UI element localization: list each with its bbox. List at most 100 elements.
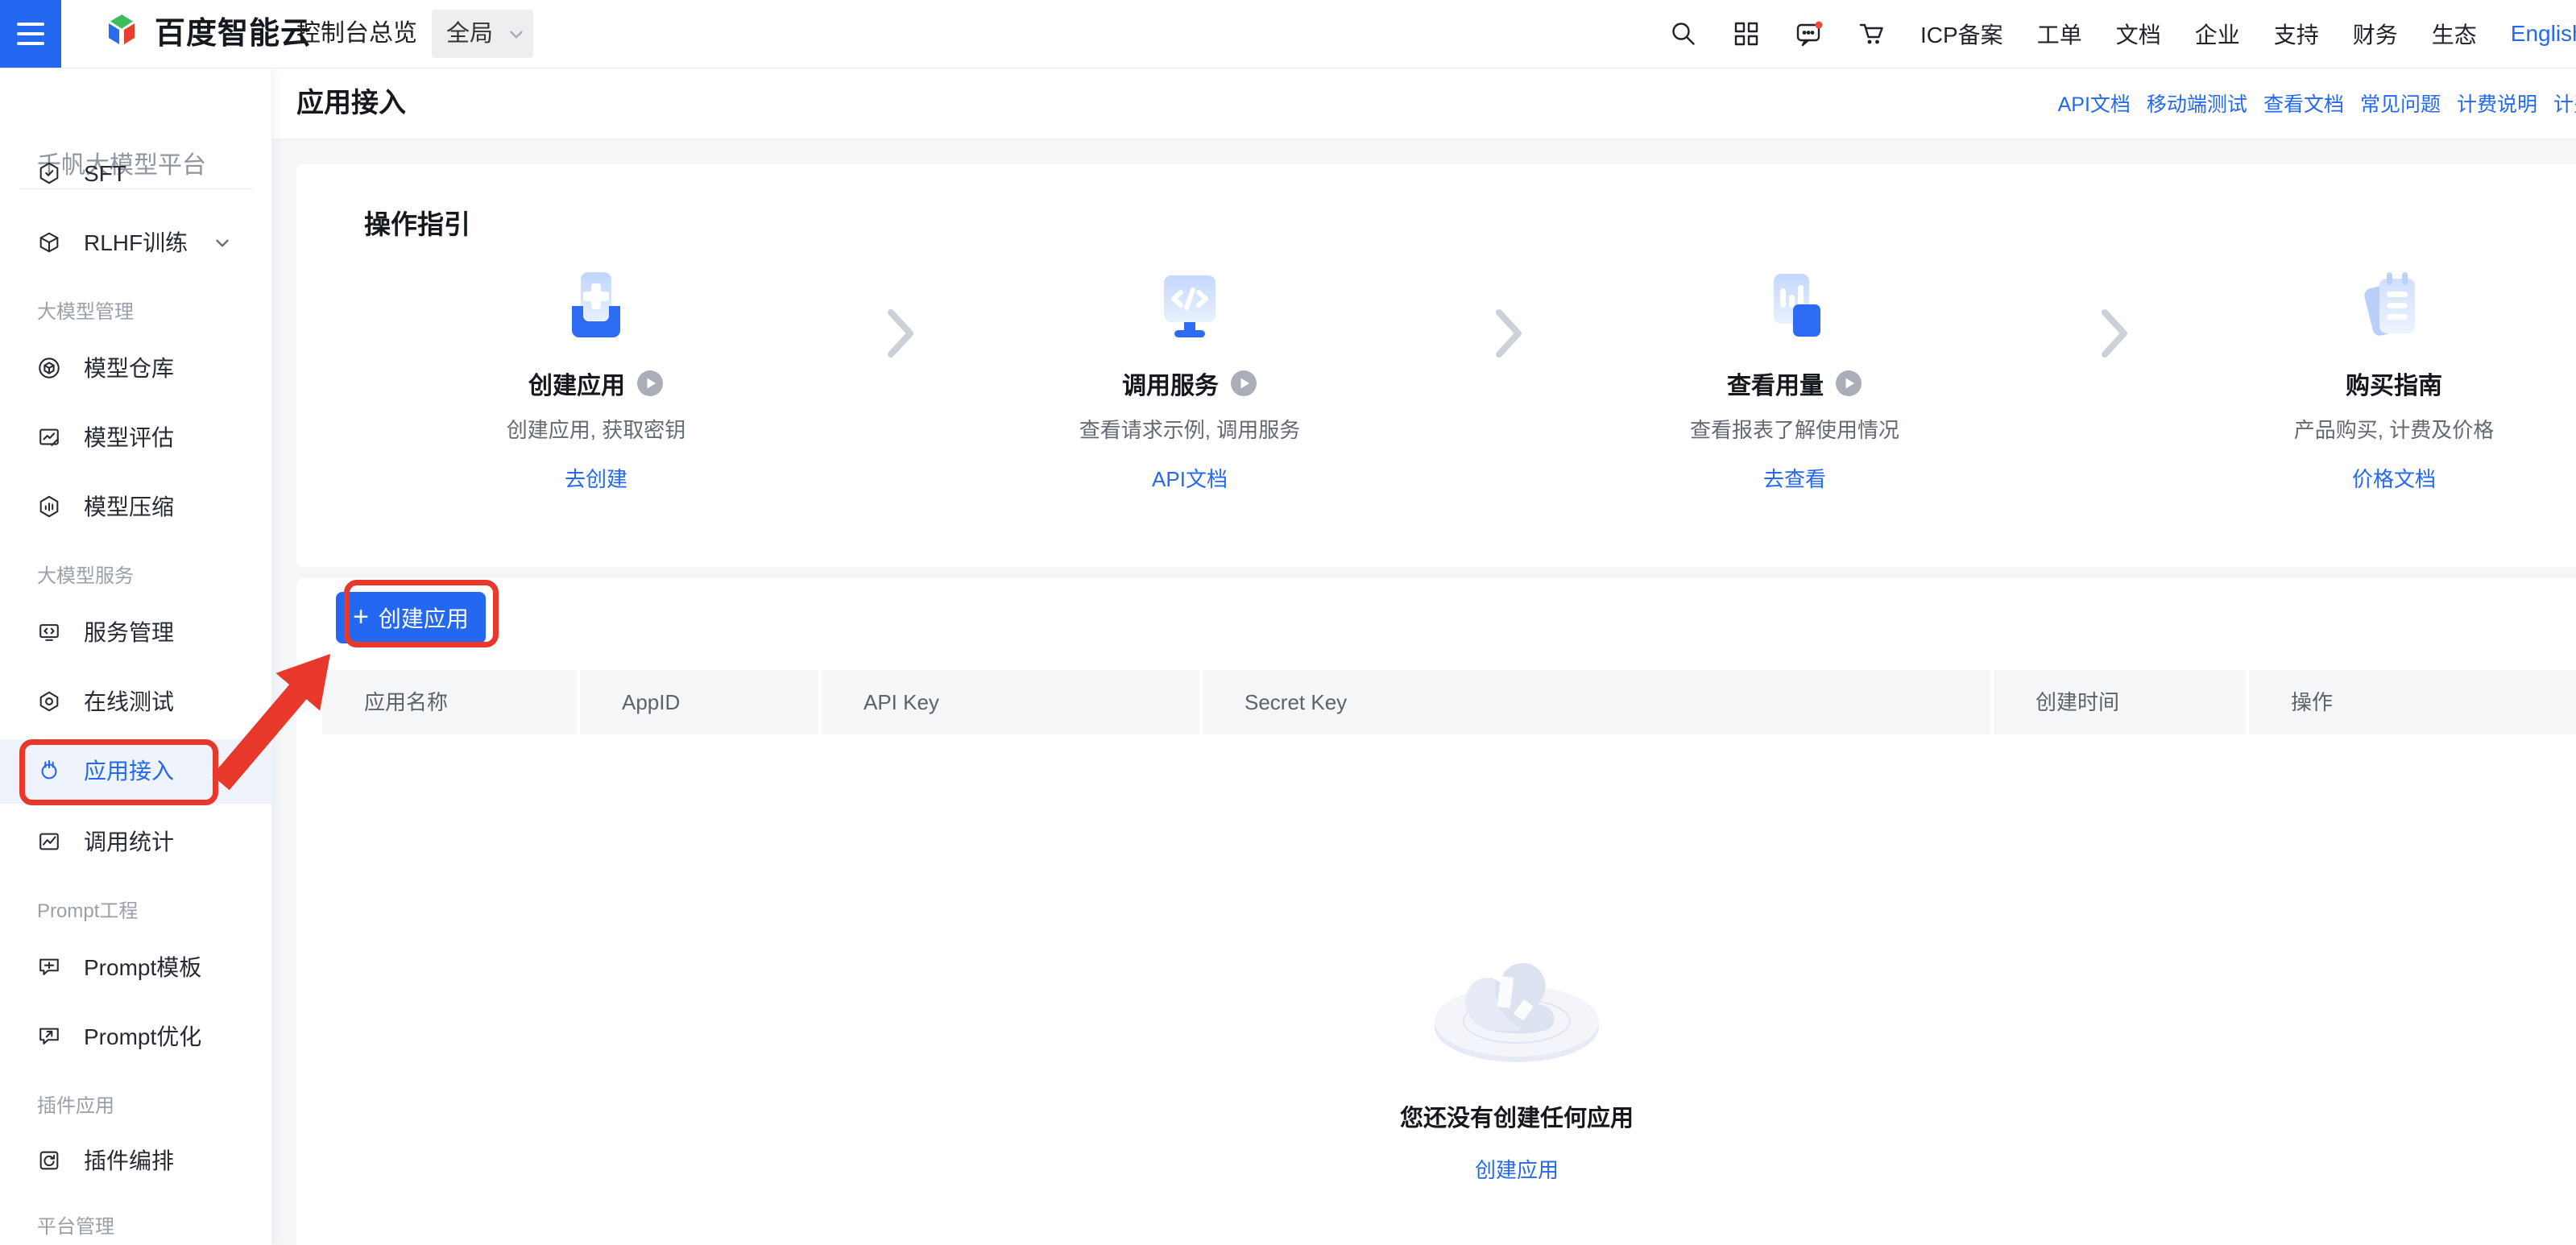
call-service-icon <box>1148 266 1232 350</box>
guide-step-title-row: 购买指南 <box>2217 367 2571 399</box>
sidebar-section-label: 平台管理 <box>37 1203 246 1245</box>
sidebar-item-服务管理[interactable]: 服务管理 <box>0 601 271 665</box>
sidebar-item-SFT[interactable]: SFT <box>0 142 271 206</box>
empty-create-app-link[interactable]: 创建应用 <box>1475 1154 1559 1184</box>
sidebar-item-label: SFT <box>84 142 126 206</box>
sidebar-item-应用接入[interactable]: 应用接入 <box>0 739 271 804</box>
guide-step-link[interactable]: 价格文档 <box>2352 463 2436 493</box>
sidebar-item-Prompt模板[interactable]: Prompt模板 <box>0 936 271 1000</box>
sidebar-item-label: 模型压缩 <box>84 475 174 540</box>
sidebar-item-调用统计[interactable]: 调用统计 <box>0 810 271 875</box>
sidebar-item-label: RLHF训练 <box>84 211 188 275</box>
service-mgmt-icon <box>37 620 63 646</box>
column-header-1: AppID <box>580 670 818 734</box>
cart-icon[interactable] <box>1857 19 1886 48</box>
step-separator-chevron-icon <box>1493 306 1525 365</box>
messages-icon[interactable] <box>1795 19 1824 48</box>
guide-step: 购买指南产品购买, 计费及价格价格文档 <box>2217 164 2571 493</box>
empty-cloud-illustration <box>1404 930 1630 1071</box>
topnav-right-group: ICP备案 工单 文档 企业 支持 财务 生态 English <box>1669 0 2576 68</box>
column-header-4: 创建时间 <box>1994 670 2246 734</box>
empty-state-message: 您还没有创建任何应用 <box>1356 1099 1678 1133</box>
sidebar-section-text: Prompt工程 <box>37 900 138 922</box>
guide-step-title: 创建应用 <box>528 366 625 401</box>
cube-icon <box>37 230 63 256</box>
guide-step-title-row: 查看用量 <box>1617 367 1972 399</box>
sidebar-item-RLHF训练[interactable]: RLHF训练 <box>0 211 271 275</box>
sidebar-section-text: 大模型服务 <box>37 565 134 587</box>
sidebar-item-模型压缩[interactable]: 模型压缩 <box>0 475 271 540</box>
play-video-icon[interactable] <box>636 370 664 397</box>
step-separator-chevron-icon <box>2098 306 2131 365</box>
model-compress-icon <box>37 494 63 520</box>
column-header-2: API Key <box>822 670 1199 734</box>
stats-icon <box>37 829 63 855</box>
top-navbar: 百度智能云 控制台总览 全局 ICP备案 工单 文档 企业 支持 财务 生态 English <box>0 0 2576 68</box>
online-test-icon <box>37 689 63 715</box>
sidebar-item-模型仓库[interactable]: 模型仓库 <box>0 337 271 401</box>
search-icon[interactable] <box>1669 19 1698 48</box>
model-eval-icon <box>37 425 63 451</box>
play-video-icon[interactable] <box>1835 370 1862 397</box>
region-selector[interactable]: 全局 <box>432 10 533 58</box>
sidebar-section-label: 大模型管理 <box>37 288 246 337</box>
guide-step-description: 创建应用, 获取密钥 <box>419 414 773 444</box>
sidebar-item-label: 模型仓库 <box>84 337 174 401</box>
sidebar-section-label: 大模型服务 <box>37 552 246 601</box>
plus-icon: + <box>353 603 369 631</box>
topnav-link[interactable]: 文档 <box>2116 18 2161 50</box>
empty-state: 您还没有创建任何应用 创建应用 <box>1356 930 1678 1184</box>
baidu-cloud-logo-icon[interactable] <box>100 12 143 56</box>
page-header-link[interactable]: 常见问题 <box>2360 89 2441 118</box>
page-header-link[interactable]: 计费管理 <box>2553 89 2576 118</box>
guide-step-description: 查看报表了解使用情况 <box>1617 414 1972 444</box>
page-header: 应用接入 API文档移动端测试查看文档常见问题计费说明计费管理 <box>271 68 2576 139</box>
hamburger-menu-button[interactable] <box>0 0 61 68</box>
guide-step: 查看用量查看报表了解使用情况去查看 <box>1617 164 1972 493</box>
guide-step: 调用服务查看请求示例, 调用服务 API文档 <box>1013 164 1367 493</box>
sidebar-item-模型评估[interactable]: 模型评估 <box>0 406 271 470</box>
guide-step-title: 购买指南 <box>2346 366 2442 401</box>
hexagon-badge-icon <box>37 161 63 187</box>
brand-name[interactable]: 百度智能云 <box>155 0 312 68</box>
region-selector-value: 全局 <box>446 21 493 47</box>
sidebar-section-label: Prompt工程 <box>37 887 246 936</box>
sidebar-item-Prompt优化[interactable]: Prompt优化 <box>0 1005 271 1069</box>
page-header-link[interactable]: 移动端测试 <box>2147 89 2247 118</box>
sidebar-section-text: 平台管理 <box>37 1216 114 1238</box>
column-header-0: 应用名称 <box>322 670 577 734</box>
chevron-down-icon <box>212 233 233 258</box>
sidebar-item-label: 服务管理 <box>84 601 174 665</box>
guide-step-link[interactable]: API文档 <box>1152 463 1228 493</box>
sidebar-item-label: Prompt模板 <box>84 936 201 1000</box>
topnav-link[interactable]: 工单 <box>2037 18 2082 50</box>
sidebar-section-text: 大模型管理 <box>37 301 134 323</box>
page-header-link[interactable]: 计费说明 <box>2457 89 2537 118</box>
topnav-link[interactable]: 财务 <box>2353 18 2398 50</box>
topnav-link[interactable]: 支持 <box>2274 18 2319 50</box>
page-header-link[interactable]: API文档 <box>2058 89 2131 118</box>
guide-step-link[interactable]: 去查看 <box>1763 463 1826 493</box>
topnav-link[interactable]: ICP备案 <box>1920 18 2003 50</box>
prompt-template-icon <box>37 955 63 981</box>
create-app-button[interactable]: + 创建应用 <box>336 592 486 643</box>
language-switch-link[interactable]: English <box>2511 21 2576 47</box>
page-header-links: API文档移动端测试查看文档常见问题计费说明计费管理 <box>2058 68 2576 139</box>
play-video-icon[interactable] <box>1230 370 1257 397</box>
guide-step-description: 产品购买, 计费及价格 <box>2217 414 2571 444</box>
console-overview-link[interactable]: 控制台总览 <box>296 0 417 68</box>
baidu-cloud-console: 百度智能云 控制台总览 全局 ICP备案工单文档企业支持财务生态English … <box>0 0 2576 1245</box>
sidebar-item-插件编排[interactable]: 插件编排 <box>0 1129 271 1193</box>
operation-guide-card: 操作指引 创建应用创建应用, 获取密钥去创建调用服务查看请求示例, 调用服务AP… <box>296 164 2576 567</box>
guide-step-link[interactable]: 去创建 <box>565 463 627 493</box>
hamburger-bar <box>17 23 44 26</box>
guide-step-description: 查看请求示例, 调用服务 <box>1013 414 1367 444</box>
sidebar-item-在线测试[interactable]: 在线测试 <box>0 670 271 734</box>
page-header-link[interactable]: 查看文档 <box>2263 89 2344 118</box>
products-grid-icon[interactable] <box>1732 19 1761 48</box>
sidebar-item-label: 调用统计 <box>84 810 174 875</box>
sidebar-section-label: 插件应用 <box>37 1082 246 1131</box>
guide-step-title-row: 调用服务 <box>1013 367 1367 399</box>
topnav-link[interactable]: 企业 <box>2195 18 2240 50</box>
topnav-link[interactable]: 生态 <box>2432 18 2477 50</box>
